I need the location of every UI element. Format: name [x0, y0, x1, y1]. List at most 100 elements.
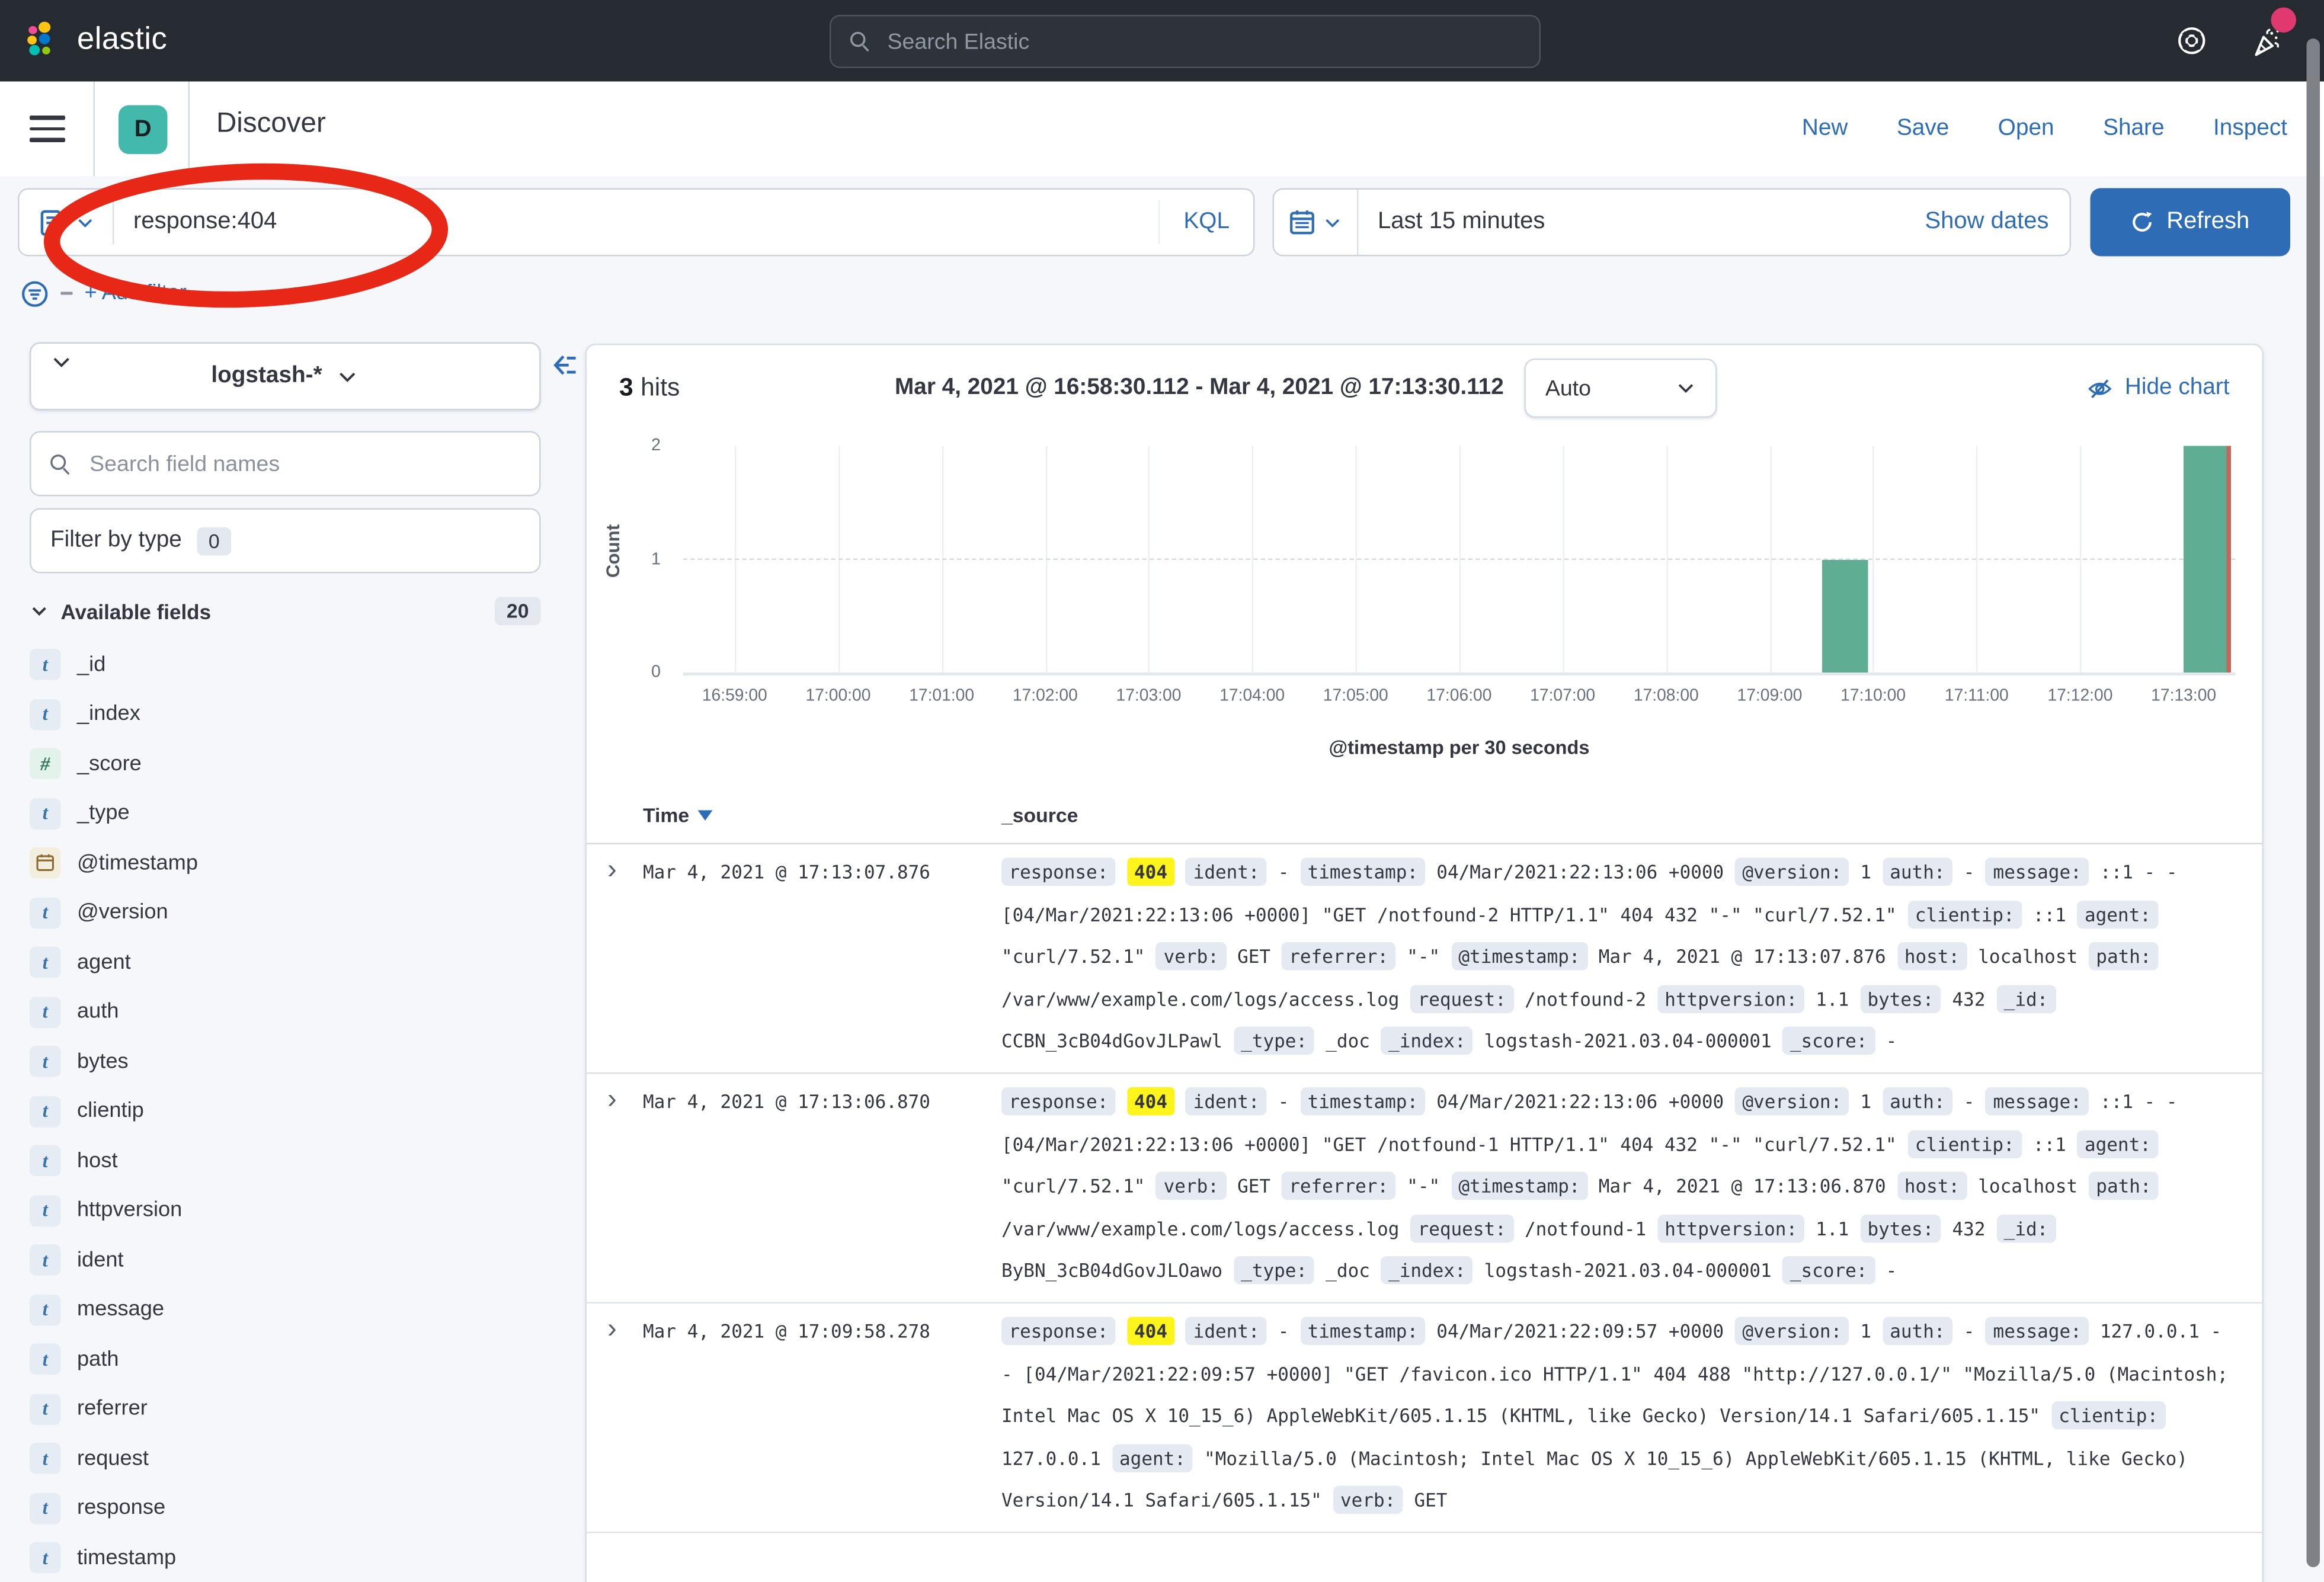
- filter-by-type[interactable]: Filter by type 0: [30, 508, 541, 574]
- query-input[interactable]: response:404 KQL: [18, 188, 1255, 257]
- field-item[interactable]: #_score: [30, 739, 541, 789]
- filter-bar: + Add filter: [21, 274, 187, 313]
- field-item[interactable]: tbytes: [30, 1037, 541, 1087]
- expand-row-icon[interactable]: ›: [607, 1083, 617, 1118]
- filter-icon[interactable]: [21, 279, 49, 308]
- elastic-logo[interactable]: elastic: [24, 20, 167, 60]
- app-icon-badge[interactable]: D: [119, 105, 168, 155]
- index-pattern-select[interactable]: logstash-*: [30, 342, 541, 411]
- expand-row-icon[interactable]: ›: [607, 853, 617, 889]
- field-search-input[interactable]: [87, 450, 521, 478]
- x-tick-label: 17:01:00: [909, 687, 974, 705]
- source-field-value: 1: [1860, 1090, 1871, 1113]
- new-button[interactable]: New: [1802, 116, 1848, 142]
- source-field-key: @timestamp:: [1451, 942, 1587, 971]
- field-item[interactable]: tresponse: [30, 1484, 541, 1533]
- chevron-down-icon: [1676, 378, 1696, 399]
- source-field-key: bytes:: [1860, 1214, 1941, 1242]
- source-field-key: httpversion:: [1657, 985, 1805, 1013]
- brand-name: elastic: [77, 21, 167, 57]
- search-icon: [49, 451, 72, 476]
- saved-query-icon: [39, 208, 67, 236]
- field-type-text-icon: t: [30, 997, 61, 1028]
- add-filter-button[interactable]: + Add filter: [85, 281, 187, 305]
- chevron-down-icon: [50, 351, 73, 374]
- open-button[interactable]: Open: [1998, 116, 2054, 142]
- field-item[interactable]: treferrer: [30, 1384, 541, 1434]
- source-field-value: 432: [1952, 988, 1986, 1010]
- source-field-value: /var/www/example.com/logs/access.log: [1001, 988, 1399, 1010]
- save-button[interactable]: Save: [1897, 116, 1949, 142]
- collapse-sidebar-icon[interactable]: [551, 351, 580, 380]
- field-item[interactable]: tmessage: [30, 1285, 541, 1335]
- field-item[interactable]: t@version: [30, 888, 541, 938]
- field-item[interactable]: t_index: [30, 690, 541, 739]
- field-name: ident: [77, 1248, 124, 1272]
- x-axis-labels: 16:59:0017:00:0017:01:0017:02:0017:03:00…: [683, 687, 2236, 711]
- source-field-key: host:: [1897, 942, 1967, 971]
- x-tick-label: 17:04:00: [1219, 687, 1285, 705]
- row-source: response: 404 ident: - timestamp: 04/Mar…: [1001, 1311, 2236, 1522]
- histogram-bar: [1822, 559, 1869, 672]
- x-tick-label: 17:02:00: [1013, 687, 1078, 705]
- whats-new-button[interactable]: [2251, 23, 2286, 59]
- source-field-key: timestamp:: [1300, 1317, 1426, 1345]
- chart-date-range[interactable]: Mar 4, 2021 @ 16:58:30.112 - Mar 4, 2021…: [895, 375, 1504, 402]
- global-search[interactable]: [830, 15, 1541, 68]
- quick-select-button[interactable]: [1274, 190, 1359, 255]
- source-field-key: _id:: [1996, 985, 2056, 1013]
- inspect-button[interactable]: Inspect: [2213, 116, 2287, 142]
- field-item[interactable]: tauth: [30, 987, 541, 1037]
- x-tick-label: 17:07:00: [1530, 687, 1595, 705]
- field-item[interactable]: @timestamp: [30, 838, 541, 888]
- menu-icon[interactable]: [30, 113, 65, 145]
- available-fields-header[interactable]: Available fields 20: [30, 597, 541, 626]
- source-field-key: response:: [1001, 1317, 1116, 1345]
- interval-select[interactable]: Auto: [1525, 358, 1717, 418]
- field-item[interactable]: thost: [30, 1136, 541, 1186]
- help-icon[interactable]: [2175, 24, 2209, 58]
- page-body: response:404 KQL Last 15 minutes Show da…: [0, 177, 2324, 1582]
- source-field-value: localhost: [1978, 945, 2077, 968]
- field-name: clientip: [77, 1100, 144, 1123]
- x-tick-label: 17:13:00: [2151, 687, 2216, 705]
- refresh-button[interactable]: Refresh: [2091, 188, 2291, 257]
- field-item[interactable]: ttimestamp: [30, 1533, 541, 1582]
- field-item[interactable]: t_id: [30, 640, 541, 690]
- source-field-key: _type:: [1234, 1027, 1315, 1055]
- time-column-header[interactable]: Time: [643, 805, 713, 827]
- time-range-value[interactable]: Last 15 minutes: [1359, 209, 1925, 236]
- source-field-value: -: [1886, 1030, 1897, 1052]
- field-item[interactable]: tclientip: [30, 1087, 541, 1136]
- source-field-key: @version:: [1735, 1087, 1849, 1116]
- field-search[interactable]: [30, 431, 541, 497]
- field-name: path: [77, 1347, 119, 1371]
- source-field-key: _type:: [1234, 1257, 1315, 1285]
- field-item[interactable]: tident: [30, 1235, 541, 1285]
- field-type-text-icon: t: [30, 947, 61, 978]
- source-field-key: referrer:: [1282, 942, 1396, 971]
- global-search-input[interactable]: [885, 27, 1522, 56]
- scrollbar-thumb[interactable]: [2307, 39, 2320, 1567]
- row-time: Mar 4, 2021 @ 17:13:07.876: [643, 861, 930, 883]
- query-text[interactable]: response:404: [114, 209, 1158, 236]
- hide-chart-button[interactable]: Hide chart: [2088, 375, 2229, 402]
- source-field-value: -: [1964, 1090, 1975, 1113]
- query-language-button[interactable]: KQL: [1158, 200, 1253, 245]
- show-dates-button[interactable]: Show dates: [1925, 209, 2069, 236]
- field-item[interactable]: tagent: [30, 938, 541, 988]
- field-type-text-icon: t: [30, 1294, 61, 1325]
- field-type-text-icon: t: [30, 1046, 61, 1078]
- source-field-value: -: [1278, 861, 1289, 883]
- saved-query-menu-button[interactable]: [20, 200, 114, 245]
- field-item[interactable]: thttpversion: [30, 1186, 541, 1235]
- elastic-logo-icon: [24, 20, 64, 60]
- share-button[interactable]: Share: [2103, 116, 2164, 142]
- field-item[interactable]: trequest: [30, 1434, 541, 1484]
- expand-row-icon[interactable]: ›: [607, 1312, 617, 1348]
- y-tick-label: 0: [651, 664, 661, 681]
- scrollbar[interactable]: [2307, 0, 2320, 1582]
- field-item[interactable]: tpath: [30, 1335, 541, 1385]
- field-item[interactable]: t_type: [30, 789, 541, 838]
- field-name: bytes: [77, 1050, 129, 1074]
